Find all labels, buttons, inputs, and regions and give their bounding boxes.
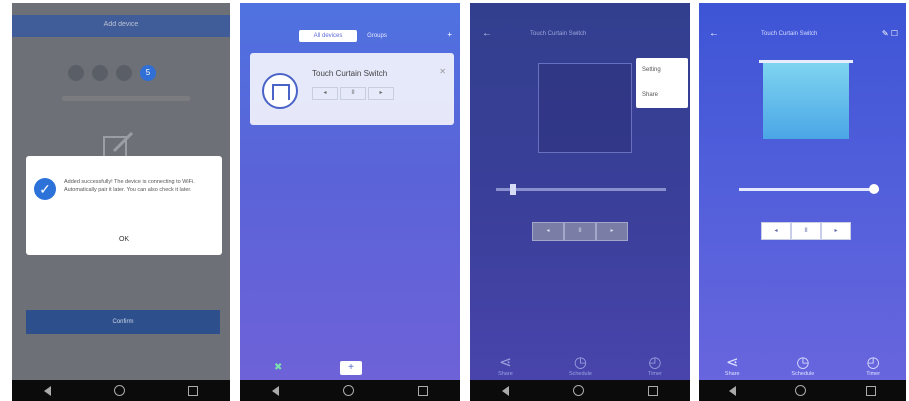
- timer-icon: ◴: [648, 354, 662, 371]
- share-icon: ⋖: [499, 354, 512, 371]
- status-bar: [240, 3, 460, 15]
- curtain-graphic: [759, 60, 853, 139]
- device-card[interactable]: Touch Curtain Switch ✕ ◂ II ▸: [250, 53, 454, 125]
- pause-button[interactable]: II: [564, 222, 596, 241]
- step-indicator: [116, 65, 132, 81]
- grid-icon[interactable]: ✖: [274, 362, 282, 373]
- subtitle: [62, 96, 190, 101]
- device-name: Touch Curtain Switch: [312, 69, 388, 78]
- segment-tabs: All devices Groups: [299, 30, 397, 42]
- plus-icon[interactable]: +: [447, 30, 452, 39]
- open-button[interactable]: ◂: [761, 222, 791, 240]
- slider-handle[interactable]: [869, 184, 879, 194]
- timer-action[interactable]: ◴ Timer: [648, 354, 662, 378]
- home-nav-icon[interactable]: [113, 385, 125, 396]
- close-button[interactable]: ▸: [596, 222, 628, 241]
- home-nav-icon[interactable]: [343, 385, 354, 396]
- open-button[interactable]: ◂: [312, 87, 338, 100]
- footer-label: Timer: [648, 371, 662, 377]
- schedule-action[interactable]: ◷ Schedule: [568, 354, 592, 378]
- ok-button[interactable]: OK: [26, 236, 222, 243]
- timer-icon: ◴: [866, 354, 880, 371]
- close-icon[interactable]: ✕: [439, 67, 446, 76]
- nav-bar: [240, 380, 460, 401]
- tab-all-devices[interactable]: All devices: [299, 30, 357, 42]
- tab-groups[interactable]: Groups: [357, 30, 397, 42]
- pause-button[interactable]: II: [791, 222, 821, 240]
- page-title: Touch Curtain Switch: [761, 31, 818, 37]
- step-indicator-active: 5: [140, 65, 156, 81]
- edit-icon[interactable]: ✎ ☐: [882, 29, 898, 38]
- schedule-action[interactable]: ◷ Schedule: [791, 354, 815, 378]
- status-bar: [470, 3, 690, 15]
- nav-bar: [699, 380, 906, 401]
- confirm-button[interactable]: Confirm: [26, 310, 220, 334]
- footer-label: Schedule: [568, 371, 592, 377]
- page-title: Touch Curtain Switch: [530, 31, 587, 37]
- status-bar: [699, 3, 906, 15]
- share-icon: ⋖: [725, 354, 739, 371]
- recents-nav-icon[interactable]: [418, 385, 428, 396]
- page-title: Add device: [103, 21, 139, 28]
- add-button[interactable]: +: [340, 361, 362, 375]
- dialog-message: Added successfully! The device is connec…: [64, 179, 195, 193]
- success-dialog: ✓ Added successfully! The device is conn…: [26, 156, 222, 255]
- screen-add-device: Add device 5 ✓ Added successfully! The d…: [12, 3, 230, 401]
- footer-label: Schedule: [791, 371, 815, 377]
- recents-nav-icon[interactable]: [648, 385, 658, 396]
- back-nav-icon[interactable]: [728, 385, 736, 396]
- progress-steps: 5: [68, 65, 156, 81]
- menu-item-share[interactable]: Share: [636, 83, 688, 108]
- curtain-controls: ◂ II ▸: [532, 222, 628, 241]
- position-slider[interactable]: [739, 188, 879, 191]
- curtain-icon: [262, 73, 298, 109]
- schedule-icon: ◷: [573, 354, 587, 371]
- back-arrow-icon[interactable]: ←: [709, 28, 719, 39]
- back-nav-icon[interactable]: [272, 385, 279, 396]
- bottom-toolbar: ✖ +: [240, 358, 460, 378]
- curtain-controls: ◂ II ▸: [761, 222, 851, 240]
- close-button[interactable]: ▸: [368, 87, 394, 100]
- home-nav-icon[interactable]: [573, 385, 584, 396]
- back-nav-icon[interactable]: [502, 385, 509, 396]
- home-nav-icon[interactable]: [795, 385, 807, 396]
- screen-device-list: All devices Groups + Touch Curtain Switc…: [240, 3, 460, 401]
- step-indicator: [92, 65, 108, 81]
- step-indicator: [68, 65, 84, 81]
- close-button[interactable]: ▸: [821, 222, 851, 240]
- footer-actions: ⋖ Share ◷ Schedule ◴ Timer: [699, 354, 906, 378]
- status-bar: [12, 3, 230, 15]
- top-bar: Add device: [12, 15, 230, 37]
- screen-device-detail: ← Touch Curtain Switch ✎ ☐ ◂ II ▸ ⋖ Share…: [699, 3, 906, 401]
- schedule-icon: ◷: [796, 354, 810, 371]
- curtain-graphic: [538, 63, 632, 153]
- curtain-controls: ◂ II ▸: [312, 87, 394, 100]
- footer-label: Share: [724, 371, 740, 377]
- menu-item-setting[interactable]: Setting: [636, 58, 688, 83]
- nav-bar: [470, 380, 690, 401]
- timer-action[interactable]: ◴ Timer: [866, 354, 881, 378]
- pause-button[interactable]: II: [340, 87, 366, 100]
- nav-bar: [12, 380, 230, 401]
- position-slider[interactable]: [496, 188, 666, 191]
- open-button[interactable]: ◂: [532, 222, 564, 241]
- recents-nav-icon[interactable]: [188, 385, 199, 396]
- footer-label: Share: [498, 371, 513, 377]
- share-action[interactable]: ⋖ Share: [498, 354, 513, 378]
- recents-nav-icon[interactable]: [866, 385, 877, 396]
- footer-label: Timer: [866, 371, 881, 377]
- screen-device-detail-menu: ← Touch Curtain Switch Setting Share ◂ I…: [470, 3, 690, 401]
- check-icon: ✓: [34, 178, 56, 200]
- footer-actions: ⋖ Share ◷ Schedule ◴ Timer: [470, 354, 690, 378]
- options-menu: Setting Share: [636, 58, 688, 108]
- back-arrow-icon[interactable]: ←: [482, 28, 492, 39]
- back-nav-icon[interactable]: [43, 385, 51, 396]
- share-action[interactable]: ⋖ Share: [724, 354, 740, 378]
- slider-handle[interactable]: [510, 184, 516, 195]
